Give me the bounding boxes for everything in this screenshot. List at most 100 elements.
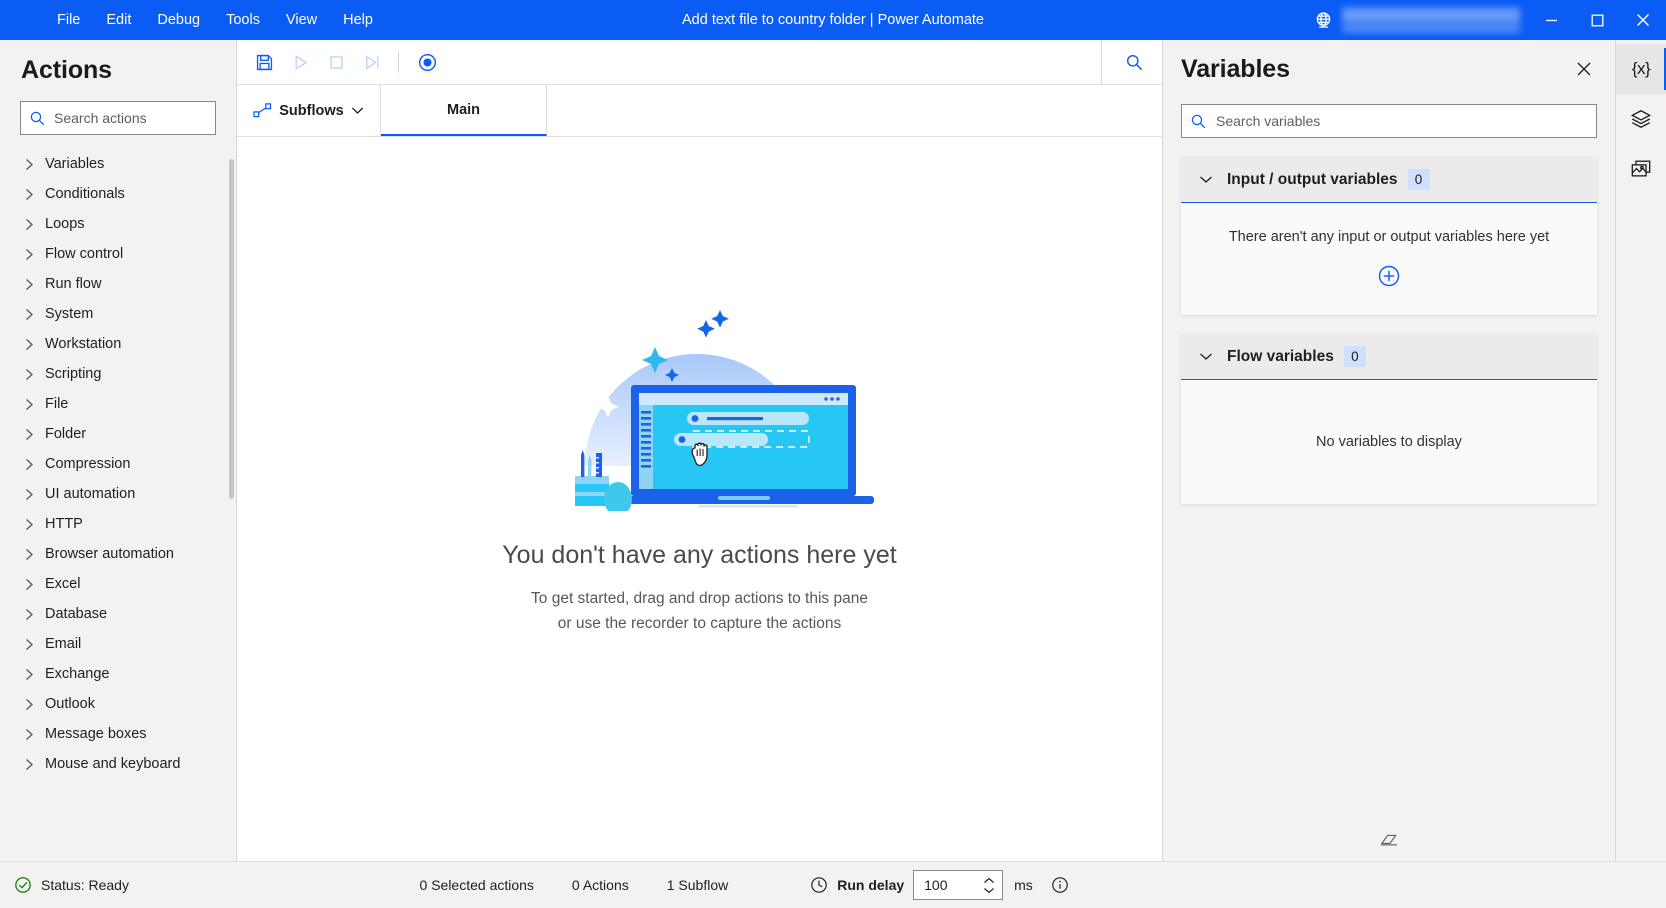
variables-rail-button[interactable]: {x}: [1616, 44, 1666, 94]
status-bar: Status: Ready 0 Selected actions 0 Actio…: [0, 861, 1666, 908]
tab-main[interactable]: Main: [381, 85, 547, 136]
actions-count: 0 Actions: [572, 877, 629, 893]
category-loops[interactable]: Loops: [0, 209, 236, 239]
power-automate-window: File Edit Debug Tools View Help Add text…: [0, 0, 1666, 908]
run-delay-value: 100: [924, 877, 947, 893]
empty-state-line-2: or use the recorder to capture the actio…: [531, 611, 868, 636]
category-database[interactable]: Database: [0, 599, 236, 629]
category-file[interactable]: File: [0, 389, 236, 419]
clear-variables-button[interactable]: [1163, 831, 1615, 847]
category-scripting[interactable]: Scripting: [0, 359, 236, 389]
menu-item-help[interactable]: Help: [330, 0, 386, 40]
subflows-dropdown[interactable]: Subflows: [237, 85, 381, 136]
search-icon: [1125, 53, 1144, 72]
stop-icon: [327, 53, 346, 72]
category-conditionals[interactable]: Conditionals: [0, 179, 236, 209]
category-message-boxes[interactable]: Message boxes: [0, 719, 236, 749]
close-button[interactable]: [1620, 0, 1666, 40]
search-actions-input[interactable]: Search actions: [20, 101, 216, 135]
category-browser-automation[interactable]: Browser automation: [0, 539, 236, 569]
close-variables-pane-button[interactable]: [1569, 54, 1599, 84]
category-email[interactable]: Email: [0, 629, 236, 659]
group-count-badge: 0: [1344, 346, 1366, 367]
menu-item-tools[interactable]: Tools: [213, 0, 273, 40]
run-delay-stepper[interactable]: [983, 871, 995, 899]
account-name-redacted[interactable]: [1342, 7, 1520, 33]
run-delay-label: Run delay: [837, 877, 904, 893]
group-title: Input / output variables: [1227, 171, 1398, 189]
category-folder[interactable]: Folder: [0, 419, 236, 449]
braces-x-icon: {x}: [1632, 59, 1650, 79]
flow-variables-header[interactable]: Flow variables 0: [1181, 334, 1597, 380]
info-icon[interactable]: [1051, 876, 1069, 894]
category-label: HTTP: [45, 516, 83, 532]
category-flow-control[interactable]: Flow control: [0, 239, 236, 269]
chevron-right-icon: [21, 728, 37, 741]
status-indicator: Status: Ready: [14, 876, 129, 894]
empty-state-subtitle: To get started, drag and drop actions to…: [531, 586, 868, 636]
category-compression[interactable]: Compression: [0, 449, 236, 479]
category-run-flow[interactable]: Run flow: [0, 269, 236, 299]
menu-item-view[interactable]: View: [273, 0, 330, 40]
stop-button[interactable]: [318, 46, 354, 78]
menu-item-file[interactable]: File: [44, 0, 93, 40]
category-variables[interactable]: Variables: [0, 149, 236, 179]
category-label: Compression: [45, 456, 130, 472]
maximize-button[interactable]: [1574, 0, 1620, 40]
actions-scrollbar-thumb[interactable]: [229, 159, 234, 499]
save-button[interactable]: [246, 46, 282, 78]
search-icon: [29, 110, 46, 127]
run-button[interactable]: [282, 46, 318, 78]
menu-item-debug[interactable]: Debug: [144, 0, 213, 40]
add-input-output-variable-button[interactable]: [1376, 263, 1402, 289]
images-rail-button[interactable]: [1616, 144, 1666, 194]
search-flow-button[interactable]: [1116, 46, 1152, 78]
category-system[interactable]: System: [0, 299, 236, 329]
category-outlook[interactable]: Outlook: [0, 689, 236, 719]
input-output-variables-header[interactable]: Input / output variables 0: [1181, 157, 1597, 203]
category-workstation[interactable]: Workstation: [0, 329, 236, 359]
category-exchange[interactable]: Exchange: [0, 659, 236, 689]
clock-icon: [810, 876, 828, 894]
flow-variables-body: No variables to display: [1181, 380, 1597, 504]
recorder-button[interactable]: [409, 46, 445, 78]
search-variables-input[interactable]: Search variables: [1181, 104, 1597, 138]
search-icon: [1190, 113, 1207, 130]
category-http[interactable]: HTTP: [0, 509, 236, 539]
actions-pane-title: Actions: [0, 40, 236, 95]
variables-pane-header: Variables: [1163, 40, 1615, 92]
chevron-right-icon: [21, 338, 37, 351]
menu-item-edit[interactable]: Edit: [93, 0, 144, 40]
globe-icon[interactable]: [1306, 0, 1340, 40]
chevron-right-icon: [21, 218, 37, 231]
run-next-action-button[interactable]: [354, 46, 390, 78]
chevron-down-icon: [983, 887, 995, 894]
actions-pane: Actions Search actions Variables Conditi…: [0, 40, 237, 861]
flow-tabstrip: Subflows Main: [237, 85, 1162, 137]
category-label: Exchange: [45, 666, 110, 682]
main-body: Actions Search actions Variables Conditi…: [0, 40, 1666, 861]
run-delay-input[interactable]: 100: [913, 870, 1003, 900]
category-label: Email: [45, 636, 81, 652]
save-icon: [255, 53, 274, 72]
flow-designer: Subflows Main: [237, 40, 1163, 861]
chevron-right-icon: [21, 698, 37, 711]
variables-pane-title: Variables: [1181, 55, 1290, 84]
chevron-right-icon: [21, 548, 37, 561]
status-counts: 0 Selected actions 0 Actions 1 Subflow R…: [420, 870, 1069, 900]
chevron-right-icon: [21, 638, 37, 651]
category-mouse-and-keyboard[interactable]: Mouse and keyboard: [0, 749, 236, 779]
chevron-right-icon: [21, 278, 37, 291]
layers-icon: [1630, 108, 1652, 130]
chevron-down-icon[interactable]: [1191, 342, 1221, 372]
close-icon: [1576, 61, 1592, 77]
flow-canvas[interactable]: You don't have any actions here yet To g…: [237, 137, 1162, 861]
category-ui-automation[interactable]: UI automation: [0, 479, 236, 509]
chevron-down-icon[interactable]: [1191, 165, 1221, 195]
category-label: Browser automation: [45, 546, 174, 562]
minimize-button[interactable]: [1528, 0, 1574, 40]
action-category-list: Variables Conditionals Loops Flow contro…: [0, 149, 236, 861]
ui-elements-rail-button[interactable]: [1616, 94, 1666, 144]
eraser-icon: [1379, 831, 1399, 847]
category-excel[interactable]: Excel: [0, 569, 236, 599]
